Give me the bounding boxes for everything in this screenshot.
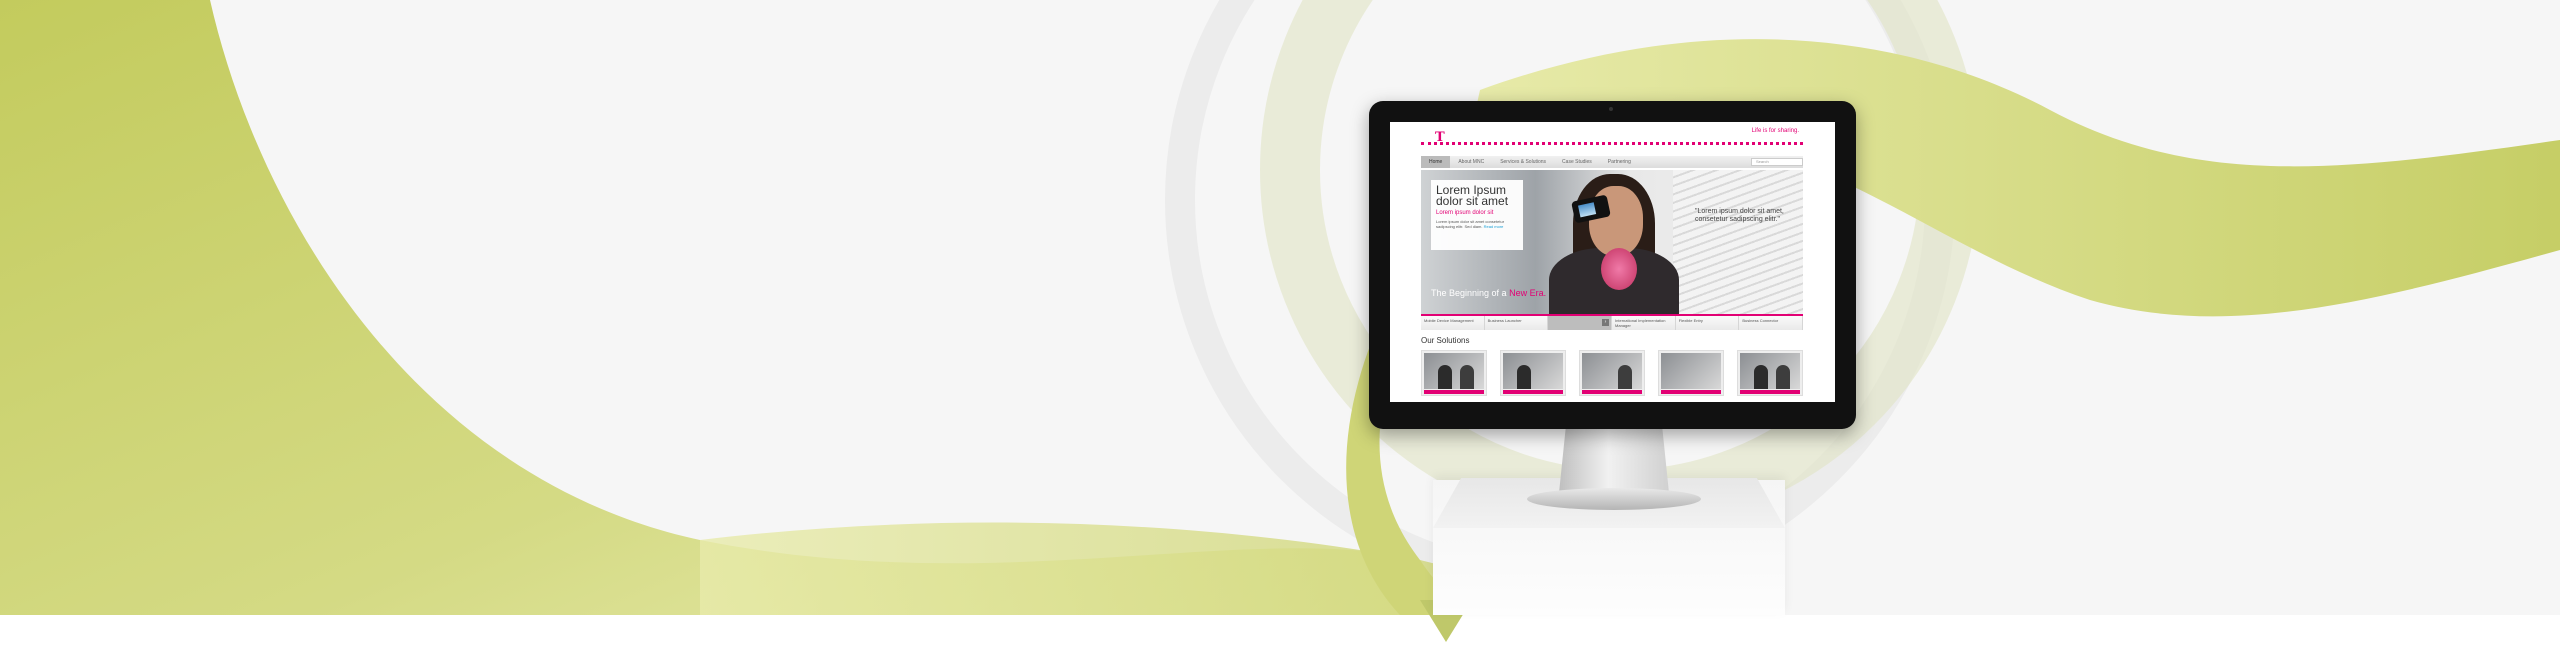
banner-claim: The Beginning of a New Era. (1431, 288, 1547, 298)
monitor-stand-base (1527, 488, 1701, 510)
nav-partnering[interactable]: Partnering (1600, 156, 1639, 168)
feature-tabs: Mobile Device Management Business Launch… (1421, 314, 1804, 330)
solution-card[interactable] (1579, 350, 1645, 396)
nav-case-studies[interactable]: Case Studies (1554, 156, 1600, 168)
promo-title: Lorem Ipsum dolor sit amet (1436, 183, 1509, 208)
feature-tab-mdm[interactable]: Mobile Device Management (1421, 316, 1485, 330)
monitor-screen: T Life is for sharing. Home About MNC Se… (1390, 122, 1835, 402)
monitor-stand (1559, 429, 1669, 493)
hero-slide: Lorem Ipsum dolor sit amet Lorem ipsum d… (1421, 170, 1803, 314)
solution-card[interactable] (1421, 350, 1487, 396)
arrow-right-icon[interactable]: › (1602, 319, 1610, 326)
banner-quote: "Lorem ipsum dolor sit amet, consetetur … (1695, 208, 1784, 223)
nav-home[interactable]: Home (1421, 156, 1451, 168)
feature-tab-entry[interactable]: Flexible Entry (1676, 316, 1740, 330)
website-mockup: T Life is for sharing. Home About MNC Se… (1417, 122, 1807, 402)
nav-about[interactable]: About MNC (1450, 156, 1492, 168)
solutions-list (1421, 350, 1803, 400)
scarf (1601, 248, 1637, 290)
feature-tab-active[interactable]: › (1548, 316, 1613, 330)
feature-tab-launcher[interactable]: Business Launcher (1485, 316, 1549, 330)
promo-box: Lorem Ipsum dolor sit amet Lorem ipsum d… (1431, 180, 1523, 250)
feature-tab-iim[interactable]: International Implementation Manager (1612, 316, 1676, 330)
solution-card[interactable] (1500, 350, 1566, 396)
dotted-divider (1421, 142, 1803, 145)
hero-banner (0, 0, 2560, 615)
solution-card[interactable] (1737, 350, 1803, 396)
feature-tab-connector[interactable]: Business Connector (1739, 316, 1804, 330)
solutions-heading: Our Solutions (1421, 336, 1470, 345)
solution-card[interactable] (1658, 350, 1724, 396)
brand-tagline: Life is for sharing. (1751, 128, 1799, 134)
window-blinds-image (1673, 170, 1803, 314)
camera-icon (1609, 107, 1613, 111)
read-more-link[interactable]: Read more (1484, 224, 1504, 229)
promo-subtitle: Lorem ipsum dolor sit (1436, 210, 1494, 216)
search-input[interactable]: Search (1751, 158, 1803, 166)
nav-services[interactable]: Services & Solutions (1492, 156, 1554, 168)
monitor: T Life is for sharing. Home About MNC Se… (1369, 101, 1856, 429)
green-ribbon-artwork (0, 0, 2560, 615)
main-nav: Home About MNC Services & Solutions Case… (1421, 156, 1803, 168)
